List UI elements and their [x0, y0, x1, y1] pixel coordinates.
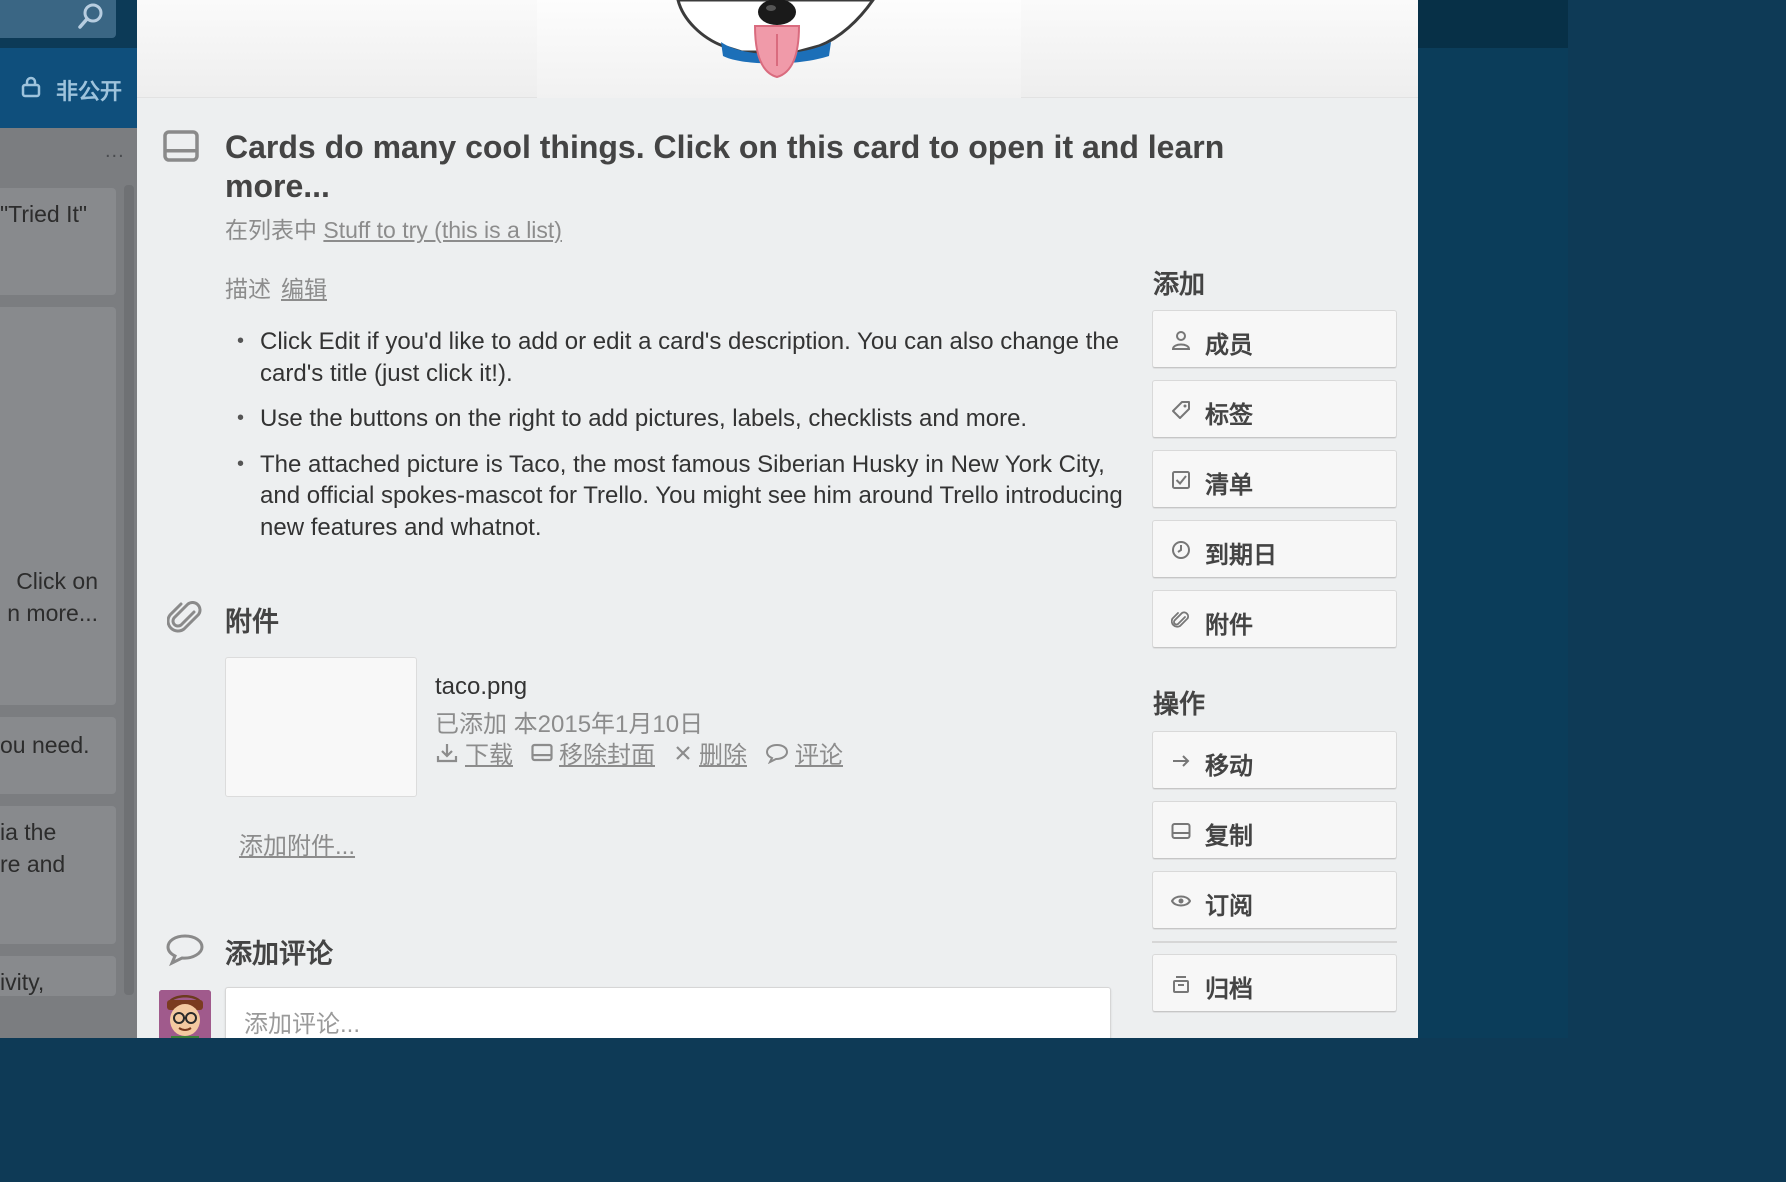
paperclip-icon: [1171, 611, 1189, 628]
list-card-text: "Tried It": [0, 201, 88, 227]
board-search-button[interactable]: [0, 0, 116, 38]
download-label: 下载: [465, 742, 513, 769]
description-item: Use the buttons on the right to add pict…: [237, 403, 1127, 435]
archive-button-label: 归档: [1205, 976, 1253, 1003]
card-cover[interactable]: [137, 0, 1418, 98]
labels-button-label: 标签: [1205, 402, 1253, 429]
description-list: Click Edit if you'd like to add or edit …: [237, 326, 1127, 557]
card-icon: [163, 130, 199, 162]
paperclip-icon: [167, 601, 202, 633]
list-scrollbar[interactable]: [124, 185, 134, 995]
cover-image-area: [537, 0, 1021, 98]
list-menu-icon[interactable]: ...: [105, 140, 125, 163]
delete-label: 删除: [699, 742, 747, 769]
list-card-text: ia the: [0, 819, 57, 845]
comment-input[interactable]: 添加评论...: [225, 987, 1111, 1038]
card-cover-icon: [531, 743, 553, 761]
list-card[interactable]: ivity,: [0, 956, 116, 996]
attachment-added-date: 已添加 本2015年1月10日: [435, 711, 704, 738]
edit-description-link[interactable]: 编辑: [281, 276, 327, 302]
attachment-button-label: 附件: [1205, 612, 1253, 639]
add-attachment-link[interactable]: 添加附件...: [239, 826, 355, 861]
arrow-right-icon: [1173, 755, 1190, 767]
person-icon: [1171, 331, 1191, 350]
due-date-button[interactable]: 到期日: [1152, 520, 1397, 578]
list-card[interactable]: "Tried It": [0, 188, 116, 295]
tag-icon: [1172, 401, 1190, 419]
subscribe-button[interactable]: 订阅: [1152, 871, 1397, 929]
list-card-text: n more...: [7, 600, 98, 626]
checklist-button-label: 清单: [1205, 472, 1253, 499]
move-button-label: 移动: [1205, 753, 1253, 780]
move-button[interactable]: 移动: [1152, 731, 1397, 789]
board-header-bar-right: [1418, 0, 1568, 48]
card-detail-window: Cards do many cool things. Click on this…: [137, 0, 1418, 1038]
archive-button[interactable]: 归档: [1152, 954, 1397, 1012]
subscribe-button-label: 订阅: [1205, 893, 1253, 920]
checklist-button[interactable]: 清单: [1152, 450, 1397, 508]
comment-placeholder: 添加评论...: [244, 1011, 361, 1038]
actions-section-heading: 操作: [1153, 689, 1206, 719]
lock-icon: [21, 76, 41, 98]
user-avatar-image: [159, 990, 211, 1038]
download-icon: [436, 743, 458, 762]
list-card[interactable]: ia the re and: [0, 806, 116, 944]
copy-button-label: 复制: [1205, 823, 1253, 850]
comment-label: 评论: [795, 742, 843, 769]
board-right-background: [1418, 0, 1568, 1038]
list-card[interactable]: Click on n more...: [0, 307, 116, 705]
list-card-text: ivity,: [0, 969, 45, 995]
search-icon: [78, 3, 103, 29]
taco-husky-image: [676, 0, 875, 79]
list-card-text: re and: [0, 851, 66, 877]
board-visibility-label: 非公开: [56, 79, 123, 104]
download-attachment-link[interactable]: 下载: [435, 735, 513, 770]
description-label: 描述: [225, 276, 271, 302]
copy-button[interactable]: 复制: [1152, 801, 1397, 859]
description-header: 描述 编辑: [225, 270, 327, 304]
board-visibility-button[interactable]: 非公开: [0, 48, 137, 128]
close-icon: [676, 745, 690, 760]
list-card-text: ou need.: [0, 732, 90, 758]
description-item: Click Edit if you'd like to add or edit …: [237, 326, 1127, 389]
labels-button[interactable]: 标签: [1152, 380, 1397, 438]
in-list-prefix: 在列表中: [225, 217, 317, 243]
avatar[interactable]: [159, 990, 211, 1038]
card-title[interactable]: Cards do many cool things. Click on this…: [225, 128, 1225, 206]
add-section-heading: 添加: [1153, 269, 1206, 299]
remove-cover-link[interactable]: 移除封面: [531, 735, 655, 770]
board-header-bar: [0, 0, 137, 48]
delete-attachment-link[interactable]: 删除: [673, 735, 747, 770]
description-item: The attached picture is Taco, the most f…: [237, 449, 1127, 544]
board-left-column: 非公开 ... "Tried It" Click on n more... ou…: [0, 0, 137, 1038]
attachment-thumbnail[interactable]: [225, 657, 417, 797]
card-list-info: 在列表中 Stuff to try (this is a list): [225, 211, 562, 245]
clock-icon: [1172, 541, 1190, 559]
due-date-button-label: 到期日: [1205, 542, 1277, 569]
list-card-text: Click on: [16, 568, 98, 594]
comment-icon: [765, 743, 789, 764]
members-button-label: 成员: [1205, 332, 1253, 359]
sidebar-divider: [1152, 941, 1397, 943]
list-card[interactable]: ou need.: [0, 717, 116, 794]
attachments-heading: 附件: [225, 607, 279, 637]
list-name-link[interactable]: Stuff to try (this is a list): [323, 217, 562, 243]
comment-icon: [166, 934, 204, 966]
members-button[interactable]: 成员: [1152, 310, 1397, 368]
eye-icon: [1171, 895, 1191, 907]
comment-attachment-link[interactable]: 评论: [765, 735, 843, 770]
add-comment-heading: 添加评论: [225, 939, 333, 969]
attachment-filename: taco.png: [435, 673, 528, 700]
remove-cover-label: 移除封面: [559, 742, 655, 769]
archive-icon: [1173, 976, 1189, 993]
attachment-actions: 下载 移除封面 删除 评论: [435, 735, 861, 770]
card-icon: [1171, 823, 1191, 839]
checkbox-icon: [1172, 471, 1190, 489]
attachment-button[interactable]: 附件: [1152, 590, 1397, 648]
